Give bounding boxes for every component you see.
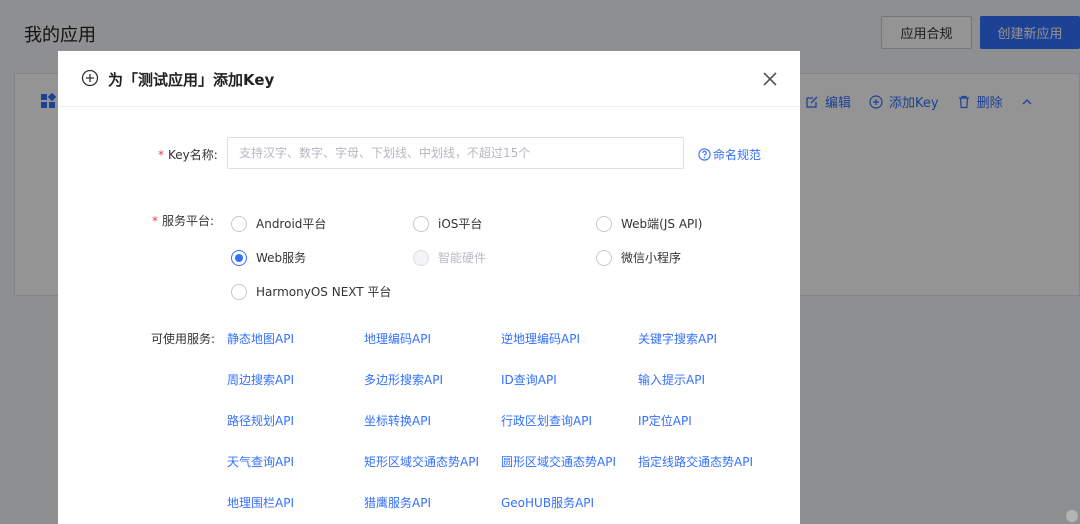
service-link[interactable]: IP定位API	[638, 412, 692, 429]
platform-option[interactable]: HarmonyOS NEXT 平台	[231, 283, 391, 300]
platform-option-label: 智能硬件	[438, 251, 487, 265]
scroll-indicator[interactable]	[1066, 510, 1078, 522]
service-link[interactable]: 指定线路交通态势API	[638, 453, 753, 470]
service-link[interactable]: 关键字搜索API	[638, 330, 717, 347]
service-link[interactable]: 静态地图API	[227, 330, 294, 347]
platform-option-label: 微信小程序	[621, 251, 682, 265]
radio-icon	[413, 249, 429, 266]
service-link[interactable]: 地理围栏API	[227, 494, 294, 511]
close-icon[interactable]	[761, 70, 779, 88]
service-link[interactable]: 坐标转换API	[364, 412, 431, 429]
radio-icon	[413, 215, 429, 232]
service-link[interactable]: 地理编码API	[364, 330, 431, 347]
modal-title: 为「测试应用」添加Key	[108, 71, 275, 89]
radio-icon	[231, 215, 247, 232]
help-circle-icon	[698, 148, 711, 161]
service-link[interactable]: GeoHUB服务API	[501, 494, 594, 511]
service-link[interactable]: 多边形搜索API	[364, 371, 443, 388]
platform-option[interactable]: iOS平台	[413, 215, 482, 232]
service-link[interactable]: 输入提示API	[638, 371, 705, 388]
platform-option-label: iOS平台	[438, 217, 483, 231]
platform-option-label: HarmonyOS NEXT 平台	[256, 285, 392, 299]
radio-icon	[596, 215, 612, 232]
platform-option[interactable]: Android平台	[231, 215, 326, 232]
service-link[interactable]: 路径规划API	[227, 412, 294, 429]
service-link[interactable]: ID查询API	[501, 371, 557, 388]
add-key-modal: 为「测试应用」添加Key *Key名称: 命名规范 *服务平台: Android…	[58, 51, 800, 524]
platform-option: 智能硬件	[413, 249, 486, 266]
key-name-input[interactable]	[227, 137, 684, 169]
plus-circle-icon	[81, 69, 99, 87]
service-link[interactable]: 矩形区域交通态势API	[364, 453, 479, 470]
platform-option[interactable]: Web端(JS API)	[596, 215, 702, 232]
key-name-label: * Key名称:	[158, 148, 218, 162]
platform-label: * 服务平台:	[152, 214, 215, 228]
platform-option-label: Android平台	[256, 217, 327, 231]
service-link[interactable]: 猎鹰服务API	[364, 494, 431, 511]
radio-icon	[231, 283, 247, 300]
naming-rule-link[interactable]: 命名规范	[698, 146, 761, 163]
service-link[interactable]: 行政区划查询API	[501, 412, 592, 429]
service-link[interactable]: 周边搜索API	[227, 371, 294, 388]
modal-header: 为「测试应用」添加Key	[58, 51, 800, 107]
platform-option[interactable]: 微信小程序	[596, 249, 681, 266]
radio-checked-icon	[231, 249, 247, 266]
radio-icon	[596, 249, 612, 266]
service-link[interactable]: 天气查询API	[227, 453, 294, 470]
platform-option-label: Web端(JS API)	[621, 217, 703, 231]
platform-option-label: Web服务	[256, 251, 307, 265]
services-label: 可使用服务:	[151, 332, 216, 346]
service-link[interactable]: 逆地理编码API	[501, 330, 580, 347]
service-link[interactable]: 圆形区域交通态势API	[501, 453, 616, 470]
platform-option[interactable]: Web服务	[231, 249, 306, 266]
